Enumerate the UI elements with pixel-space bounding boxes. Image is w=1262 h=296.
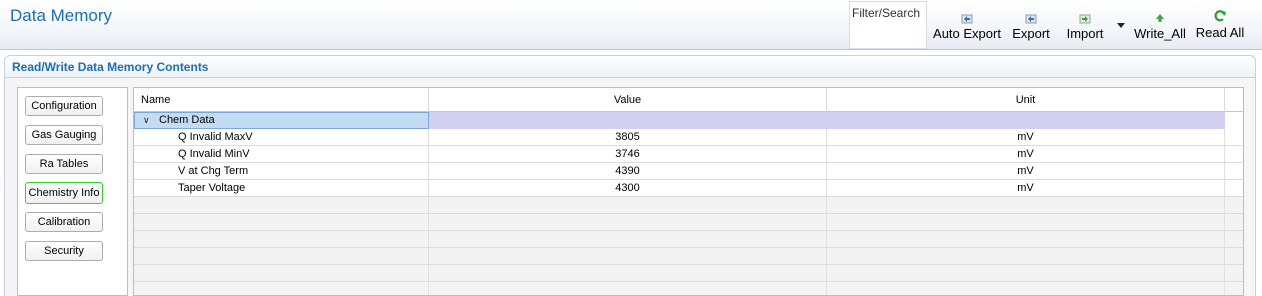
tab-security[interactable]: Security xyxy=(25,241,103,261)
write-all-label: Write_All xyxy=(1134,26,1186,41)
empty-row xyxy=(134,248,1243,265)
export-label: Export xyxy=(1012,26,1050,41)
import-button[interactable]: Import xyxy=(1063,0,1107,50)
row-value-cell[interactable]: 4300 xyxy=(429,180,827,196)
row-name-cell: Taper Voltage xyxy=(134,180,429,196)
column-header-name-label: Name xyxy=(141,93,171,106)
category-panel: Configuration Gas Gauging Ra Tables Chem… xyxy=(17,87,128,296)
row-unit-cell: mV xyxy=(827,180,1225,196)
column-header-unit-label: Unit xyxy=(1015,93,1036,106)
export-icon xyxy=(1025,14,1037,24)
empty-row xyxy=(134,214,1243,231)
table-row[interactable]: Taper Voltage 4300 mV xyxy=(134,180,1243,197)
filter-search-label: Filter/Search xyxy=(852,6,921,20)
auto-export-button[interactable]: Auto Export xyxy=(932,0,1002,50)
empty-row xyxy=(134,282,1243,295)
tab-chemistry-info-label: Chemistry Info xyxy=(28,187,100,199)
table-row[interactable]: Q Invalid MinV 3746 mV xyxy=(134,146,1243,163)
app-title: Data Memory xyxy=(10,6,113,25)
tab-security-label: Security xyxy=(44,245,84,257)
tab-ra-tables-label: Ra Tables xyxy=(39,158,89,170)
group-row-chem-data[interactable]: ∨ Chem Data xyxy=(134,112,1243,129)
table-row[interactable]: Q Invalid MaxV 3805 mV xyxy=(134,129,1243,146)
column-header-unit[interactable]: Unit xyxy=(827,88,1225,112)
row-name-cell: Q Invalid MaxV xyxy=(134,129,429,145)
column-header-value[interactable]: Value xyxy=(429,88,827,112)
row-value-cell[interactable]: 4390 xyxy=(429,163,827,179)
tab-calibration-label: Calibration xyxy=(37,216,91,228)
tab-calibration[interactable]: Calibration xyxy=(25,212,103,232)
group-row-label: Chem Data xyxy=(159,114,215,126)
tab-configuration[interactable]: Configuration xyxy=(25,96,103,116)
empty-row xyxy=(134,265,1243,282)
tab-gas-gauging[interactable]: Gas Gauging xyxy=(25,125,103,145)
empty-row xyxy=(134,197,1243,214)
read-all-button[interactable]: Read All xyxy=(1194,0,1246,50)
write-all-button[interactable]: Write_All xyxy=(1133,0,1187,50)
import-icon xyxy=(1079,14,1091,24)
auto-export-label: Auto Export xyxy=(933,26,1001,41)
row-name-cell: Q Invalid MinV xyxy=(134,146,429,162)
export-button[interactable]: Export xyxy=(1010,0,1052,50)
export-icon xyxy=(961,14,973,24)
app-header: Data Memory Filter/Search Auto Export Ex… xyxy=(0,0,1262,50)
column-header-value-label: Value xyxy=(613,93,642,106)
table-row[interactable]: V at Chg Term 4390 mV xyxy=(134,163,1243,180)
data-memory-grid: Name Value Unit ∨ Chem Data Q Invalid Max… xyxy=(133,87,1244,296)
import-label: Import xyxy=(1066,26,1104,41)
tab-configuration-label: Configuration xyxy=(31,100,97,112)
column-header-name[interactable]: Name xyxy=(134,88,429,112)
tab-ra-tables[interactable]: Ra Tables xyxy=(25,154,103,174)
row-value-cell[interactable]: 3805 xyxy=(429,129,827,145)
filter-search-input[interactable]: Filter/Search xyxy=(849,1,927,49)
write-arrow-icon xyxy=(1156,14,1164,22)
import-dropdown-arrow-icon[interactable] xyxy=(1117,23,1125,28)
group-row-fill xyxy=(429,112,1225,129)
section-header: Read/Write Data Memory Contents xyxy=(4,55,1256,78)
row-value-cell[interactable]: 3746 xyxy=(429,146,827,162)
tab-gas-gauging-label: Gas Gauging xyxy=(31,129,97,141)
group-row-label-cell[interactable]: ∨ Chem Data xyxy=(134,112,429,129)
chevron-down-icon[interactable]: ∨ xyxy=(143,113,153,128)
read-all-label: Read All xyxy=(1195,25,1245,40)
row-unit-cell: mV xyxy=(827,129,1225,145)
section-title: Read/Write Data Memory Contents xyxy=(12,60,209,74)
refresh-icon xyxy=(1214,10,1226,22)
row-unit-cell: mV xyxy=(827,163,1225,179)
empty-row xyxy=(134,231,1243,248)
column-header-filler xyxy=(1225,88,1243,112)
tab-chemistry-info[interactable]: Chemistry Info xyxy=(25,182,103,204)
row-name-cell: V at Chg Term xyxy=(134,163,429,179)
row-unit-cell: mV xyxy=(827,146,1225,162)
